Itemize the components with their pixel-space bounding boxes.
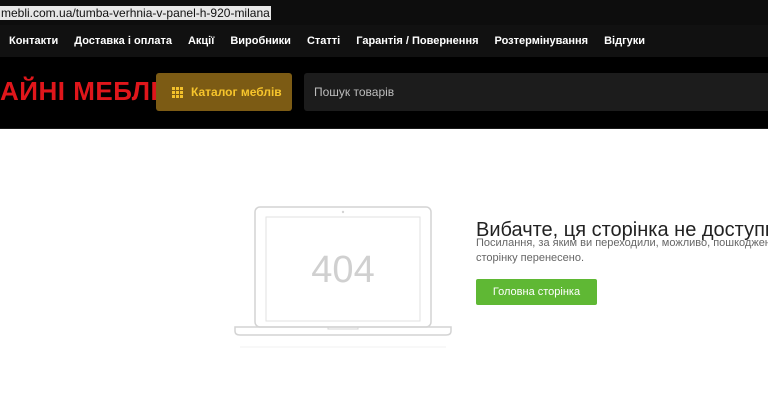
error-description: Посилання, за яким ви переходили, можлив…: [476, 236, 768, 266]
laptop-404-illustration: 404: [234, 206, 452, 348]
error-description-line-2: сторінку перенесено.: [476, 252, 585, 264]
error-description-line-1: Посилання, за яким ви переходили, можлив…: [476, 237, 768, 249]
nav-item-delivery[interactable]: Доставка і оплата: [74, 35, 172, 47]
nav-item-articles[interactable]: Статті: [307, 35, 340, 47]
url-text[interactable]: mebli.com.ua/tumba-verhnia-v-panel-h-920…: [0, 6, 271, 20]
nav-item-reviews[interactable]: Відгуки: [604, 35, 645, 47]
site-logo[interactable]: АЙНІ МЕБЛІ: [0, 71, 158, 111]
nav-item-promotions[interactable]: Акції: [188, 35, 214, 47]
error-code: 404: [311, 249, 374, 291]
home-page-button[interactable]: Головна сторінка: [476, 279, 597, 305]
catalog-button[interactable]: Каталог меблів: [156, 73, 292, 111]
catalog-button-label: Каталог меблів: [191, 85, 282, 99]
nav-item-installments[interactable]: Розтермінування: [495, 35, 589, 47]
search-input[interactable]: [304, 73, 768, 111]
site-header: АЙНІ МЕБЛІ Каталог меблів: [0, 57, 768, 129]
nav-item-warranty[interactable]: Гарантія / Повернення: [356, 35, 478, 47]
nav-item-manufacturers[interactable]: Виробники: [230, 35, 291, 47]
grid-icon: [172, 86, 183, 98]
browser-address-bar[interactable]: mebli.com.ua/tumba-verhnia-v-panel-h-920…: [0, 0, 768, 25]
top-navigation: Контакти Доставка і оплата Акції Виробни…: [0, 25, 768, 57]
nav-item-contacts[interactable]: Контакти: [9, 35, 58, 47]
